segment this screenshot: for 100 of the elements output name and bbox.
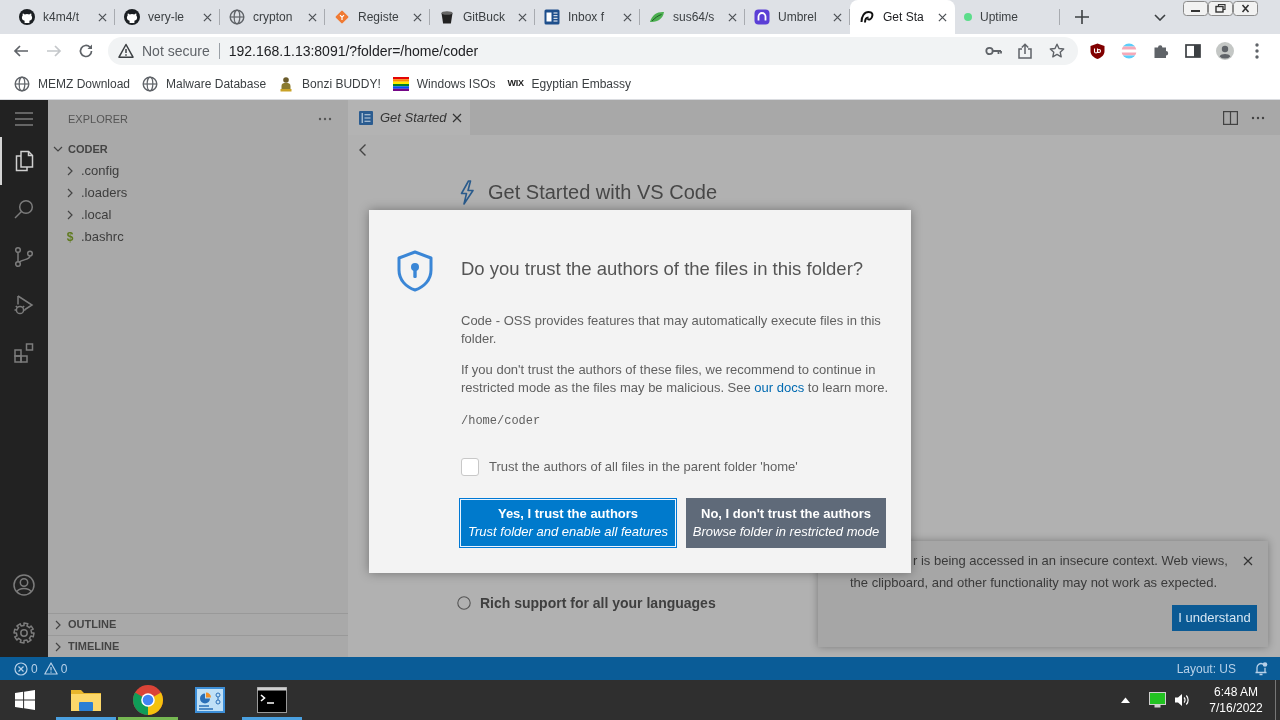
- reload-icon[interactable]: [78, 43, 94, 59]
- chevron-down-icon[interactable]: [1154, 13, 1166, 21]
- search-icon[interactable]: [12, 197, 36, 221]
- branch-icon[interactable]: [12, 245, 36, 269]
- tree-item[interactable]: .local: [48, 204, 348, 226]
- dot-icon: [964, 13, 972, 21]
- shield-icon[interactable]: [1089, 43, 1105, 59]
- avatar-icon[interactable]: [1216, 42, 1234, 60]
- warning-icon[interactable]: [118, 43, 134, 59]
- more-icon[interactable]: [318, 117, 332, 121]
- browser-tab[interactable]: Get Sta: [850, 0, 955, 34]
- tile-icon: [544, 9, 560, 25]
- figure-icon: [278, 75, 295, 92]
- browser-tab[interactable]: k4m4/t: [10, 0, 115, 34]
- more-icon[interactable]: [1251, 115, 1265, 120]
- shield-icon: [395, 250, 435, 292]
- account-icon[interactable]: [12, 573, 36, 597]
- plus-icon[interactable]: [1075, 10, 1089, 24]
- section-header[interactable]: OUTLINE: [48, 613, 348, 635]
- cat-circle-icon: [19, 9, 35, 25]
- bookmark[interactable]: MEMZ Download: [8, 69, 137, 98]
- security-label[interactable]: Not secure: [142, 40, 210, 62]
- chart-window-icon: [194, 684, 226, 716]
- globe-icon: [229, 9, 245, 25]
- blocks-icon[interactable]: [12, 341, 36, 365]
- url-text: 192.168.1.13:8091/?folder=/home/coder: [228, 41, 479, 61]
- browser-tab[interactable]: Umbrel: [745, 0, 850, 34]
- cat-circle-icon: [124, 9, 140, 25]
- browser-tab[interactable]: Inbox f: [535, 0, 640, 34]
- radio-icon[interactable]: [457, 596, 471, 610]
- page-heading: Get Started with VS Code: [488, 180, 717, 205]
- globe-icon: [142, 75, 159, 92]
- close-icon[interactable]: [938, 12, 947, 22]
- browser-tab[interactable]: very-le: [115, 0, 220, 34]
- folder-path: /home/coder: [461, 413, 541, 430]
- editor-tab[interactable]: Get Started: [348, 100, 470, 135]
- bookmark[interactable]: Bonzi BUDDY!: [272, 69, 387, 98]
- layout-button[interactable]: Layout: US: [1176, 659, 1236, 678]
- browser-tab[interactable]: Uptime: [955, 0, 1060, 34]
- close-icon[interactable]: [308, 12, 317, 22]
- checkbox[interactable]: [461, 458, 479, 476]
- close-icon[interactable]: [728, 12, 737, 22]
- tree-item[interactable]: $ .bashrc: [48, 226, 348, 248]
- close-icon[interactable]: [452, 112, 463, 123]
- leaf-icon: [649, 9, 665, 25]
- share-icon[interactable]: [1017, 43, 1033, 59]
- back-arrow-icon[interactable]: [13, 43, 29, 59]
- close-icon[interactable]: [1233, 1, 1258, 16]
- browser-tab[interactable]: crypton: [220, 0, 325, 34]
- settings-icon[interactable]: [12, 621, 36, 645]
- more-icon[interactable]: [1255, 43, 1259, 59]
- close-icon[interactable]: [518, 12, 527, 22]
- four-panes-icon[interactable]: [15, 690, 35, 710]
- warning-icon: [43, 662, 58, 675]
- bell-icon[interactable]: [1254, 661, 1268, 676]
- book-icon: [358, 109, 374, 126]
- lightning-icon: [459, 179, 475, 205]
- understand-button[interactable]: I understand: [1172, 605, 1257, 631]
- tree-item[interactable]: .loaders: [48, 182, 348, 204]
- star-icon[interactable]: [1049, 43, 1065, 59]
- folder-row[interactable]: CODER: [48, 138, 348, 160]
- explorer-title: EXPLORER: [68, 111, 128, 127]
- restore-icon[interactable]: [1208, 1, 1233, 16]
- puzzle-icon[interactable]: [1153, 43, 1169, 59]
- terminal-icon: [256, 684, 288, 716]
- minimize-icon[interactable]: [1183, 1, 1208, 16]
- swirl-icon: [859, 9, 875, 25]
- address-bar[interactable]: Not secure 192.168.1.13:8091/?folder=/home/coder: [108, 37, 1078, 65]
- rounded-tile-icon: [754, 9, 770, 25]
- bookmark[interactable]: WIX Egyptian Embassy: [501, 69, 637, 98]
- split-icon[interactable]: [1223, 110, 1238, 125]
- close-icon[interactable]: [833, 12, 842, 22]
- problems-button[interactable]: 0 0: [14, 659, 68, 678]
- side-panel-icon[interactable]: [1185, 44, 1201, 58]
- close-icon[interactable]: [623, 12, 632, 22]
- dialog-text: If you don't trust the authors of these files, we recommend to continue in restricted mode as the files may be malicious. See our docs to learn more.: [461, 361, 890, 397]
- trust-button[interactable]: Yes, I trust the authors Trust folder and enable all features: [459, 498, 677, 548]
- restricted-mode-button[interactable]: No, I don't trust the authors Browse folder in restricted mode: [686, 498, 886, 548]
- close-icon[interactable]: [413, 12, 422, 22]
- browser-tab[interactable]: sus64/s: [640, 0, 745, 34]
- docs-link[interactable]: our docs: [754, 380, 805, 395]
- bucket-icon: [439, 9, 455, 25]
- caret-up-icon[interactable]: [1121, 697, 1130, 703]
- close-icon[interactable]: [98, 12, 107, 22]
- clock-date: 7/16/2022: [1208, 700, 1264, 716]
- bookmark[interactable]: Windows ISOs: [386, 69, 502, 98]
- monitor-icon[interactable]: [1149, 692, 1166, 708]
- clock[interactable]: 6:48 AM 7/16/2022: [1200, 684, 1272, 716]
- globe-icon: [14, 75, 30, 92]
- browser-tab[interactable]: Registe: [325, 0, 430, 34]
- bookmark[interactable]: Malware Database: [136, 69, 273, 98]
- close-icon[interactable]: [1243, 556, 1253, 566]
- speaker-icon[interactable]: [1174, 693, 1190, 707]
- close-icon[interactable]: [203, 12, 212, 22]
- dialog-text: Code - OSS provides features that may automatically execute files in this folder.: [461, 312, 882, 348]
- round-logo-icon: [132, 684, 164, 716]
- browser-tab[interactable]: GitBuck: [430, 0, 535, 34]
- play-bug-icon[interactable]: [12, 293, 36, 317]
- tree-item[interactable]: .config: [48, 160, 348, 182]
- walkthrough-step[interactable]: Rich support for all your languages: [457, 593, 716, 613]
